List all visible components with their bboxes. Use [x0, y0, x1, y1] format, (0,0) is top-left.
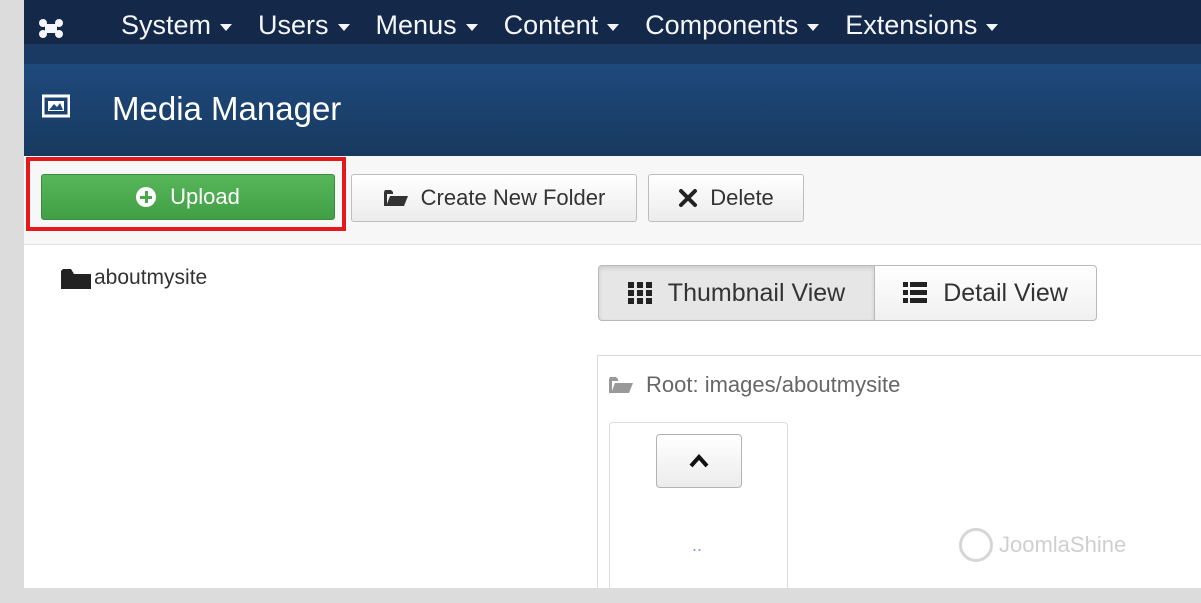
chevron-up-icon: [689, 454, 709, 468]
top-nav: System Users Menus Content Components Ex…: [24, 0, 1201, 44]
watermark: JoomlaShine: [959, 528, 1126, 562]
delete-button-label: Delete: [710, 185, 774, 210]
nav-item-label: Content: [503, 10, 599, 40]
nav-item-label: System: [121, 10, 212, 40]
caret-down-icon: [607, 24, 620, 31]
folder-open-icon: [609, 377, 633, 393]
joomlashine-logo-icon: [959, 528, 993, 562]
nav-item-menus[interactable]: Menus: [376, 10, 478, 41]
folder-tree-item[interactable]: aboutmysite: [60, 266, 207, 290]
caret-down-icon: [807, 24, 820, 31]
caret-down-icon: [220, 24, 233, 31]
page-header: Media Manager: [24, 64, 1201, 156]
page-title: Media Manager: [112, 90, 342, 127]
grid-icon: [627, 282, 652, 304]
nav-item-label: Components: [645, 10, 799, 40]
folder-up-label: ..: [692, 535, 703, 555]
caret-down-icon: [986, 24, 999, 31]
delete-button[interactable]: Delete: [648, 174, 804, 222]
detail-view-label: Detail View: [943, 278, 1068, 307]
folder-up-card[interactable]: ..: [609, 422, 788, 588]
thumbnail-view-button[interactable]: Thumbnail View: [598, 265, 875, 321]
breadcrumb-label: Root: images/aboutmysite: [646, 372, 901, 397]
create-new-folder-button[interactable]: Create New Folder: [351, 174, 637, 222]
nav-item-content[interactable]: Content: [504, 10, 620, 41]
nav-divider: [24, 44, 1201, 64]
watermark-text: JoomlaShine: [999, 532, 1127, 557]
x-icon: [679, 189, 698, 207]
upload-button[interactable]: Upload: [41, 174, 335, 220]
create-new-folder-label: Create New Folder: [420, 185, 606, 210]
detail-view-button[interactable]: Detail View: [875, 265, 1097, 321]
nav-item-label: Users: [258, 10, 329, 40]
app-frame: System Users Menus Content Components Ex…: [24, 0, 1201, 588]
nav-item-extensions[interactable]: Extensions: [845, 10, 999, 41]
caret-down-icon: [337, 24, 350, 31]
upload-button-label: Upload: [170, 184, 240, 209]
list-icon: [903, 282, 928, 303]
nav-menu: System Users Menus Content Components Ex…: [121, 10, 1024, 41]
nav-item-label: Menus: [375, 10, 457, 40]
folder-open-icon: [383, 190, 408, 206]
joomla-logo-icon[interactable]: [38, 18, 64, 38]
nav-item-label: Extensions: [845, 10, 978, 40]
plus-circle-icon: [136, 187, 157, 207]
caret-down-icon: [465, 24, 478, 31]
view-toggle: Thumbnail View Detail View: [598, 265, 1097, 321]
nav-item-users[interactable]: Users: [258, 10, 350, 41]
image-icon: [42, 94, 70, 118]
folder-tree-label: aboutmysite: [94, 266, 208, 289]
folder-up-button[interactable]: [656, 434, 742, 488]
folder-icon: [61, 269, 91, 289]
breadcrumb: Root: images/aboutmysite: [608, 372, 900, 398]
nav-item-components[interactable]: Components: [645, 10, 820, 41]
nav-item-system[interactable]: System: [121, 10, 233, 41]
thumbnail-view-label: Thumbnail View: [667, 278, 846, 307]
